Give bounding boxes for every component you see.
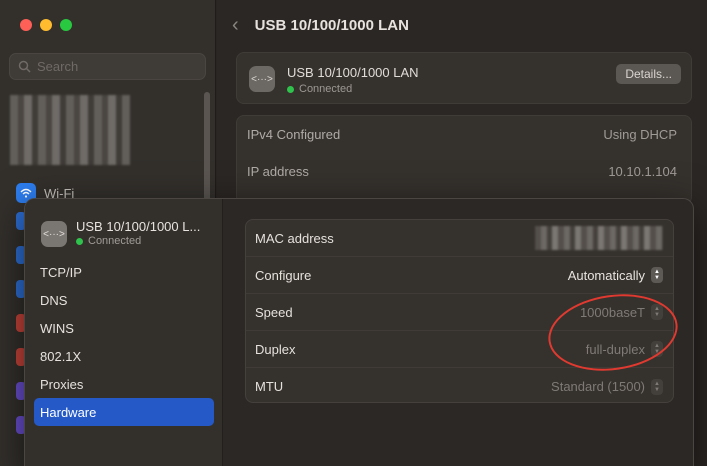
nav-item-8021x[interactable]: 802.1X [34, 342, 214, 370]
updown-chevron-icon: ▲ ▼ [651, 378, 663, 395]
mtu-value: Standard (1500) [551, 379, 645, 394]
connection-status-label: Connected [299, 83, 353, 95]
minimize-window-button[interactable] [40, 19, 52, 31]
connection-summary-card: <···> USB 10/100/1000 LAN Connected Deta… [236, 52, 692, 104]
window-controls [20, 19, 72, 31]
ethernet-icon: <···> [41, 221, 67, 247]
updown-chevron-icon: ▲ ▼ [651, 267, 663, 283]
search-input[interactable]: Search [9, 53, 206, 80]
configure-row: Configure Automatically ▲ ▼ [246, 257, 673, 294]
ethernet-icon: <···> [249, 66, 275, 92]
configure-value: Automatically [567, 267, 645, 283]
details-button[interactable]: Details... [616, 64, 681, 84]
nav-item-proxies[interactable]: Proxies [34, 370, 214, 398]
nav-item-dns[interactable]: DNS [34, 286, 214, 314]
search-icon [18, 60, 31, 73]
nav-item-tcpip[interactable]: TCP/IP [34, 258, 214, 286]
status-dot-icon [76, 237, 83, 245]
mac-address-label: MAC address [255, 230, 334, 246]
device-status: Connected [76, 235, 141, 247]
mtu-label: MTU [255, 379, 284, 394]
redacted-user-info [10, 95, 130, 165]
configure-select[interactable]: Automatically ▲ ▼ [568, 267, 663, 283]
connection-name: USB 10/100/1000 LAN [287, 65, 419, 80]
duplex-label: Duplex [255, 341, 296, 357]
nav-item-hardware[interactable]: Hardware [34, 398, 214, 426]
speed-label: Speed [255, 304, 293, 320]
sidebar-scrollbar[interactable] [204, 92, 210, 202]
mtu-select[interactable]: Standard (1500) ▲ ▼ [551, 378, 663, 395]
ip-row-value: Using DHCP [603, 127, 677, 142]
mtu-row: MTU Standard (1500) ▲ ▼ [246, 368, 673, 405]
nav-item-wins[interactable]: WINS [34, 314, 214, 342]
page-header: ‹ USB 10/100/1000 LAN [232, 14, 409, 37]
device-status-label: Connected [88, 235, 142, 247]
status-dot-icon [287, 85, 294, 93]
ip-row-key: IP address [247, 164, 309, 179]
ip-row-value: 10.10.1.104 [608, 164, 677, 179]
sheet-nav: TCP/IP DNS WINS 802.1X Proxies Hardware [34, 258, 214, 426]
back-chevron-icon[interactable]: ‹ [232, 14, 239, 37]
search-placeholder: Search [37, 59, 79, 74]
ip-row-address: IP address 10.10.1.104 [247, 153, 677, 190]
close-window-button[interactable] [20, 19, 32, 31]
ip-info-card: IPv4 Configured Using DHCP IP address 10… [236, 115, 692, 205]
sheet-sidebar: <···> USB 10/100/1000 L... Connected TCP… [25, 199, 223, 466]
configure-label: Configure [255, 267, 312, 283]
zoom-window-button[interactable] [60, 19, 72, 31]
page-title: USB 10/100/1000 LAN [254, 17, 409, 34]
connection-status: Connected [287, 83, 352, 95]
mac-address-row: MAC address [246, 220, 673, 257]
redacted-mac-address [535, 226, 663, 250]
device-name: USB 10/100/1000 L... [76, 219, 201, 234]
ip-row-key: IPv4 Configured [247, 127, 341, 142]
ip-row-ipv4: IPv4 Configured Using DHCP [247, 116, 677, 153]
